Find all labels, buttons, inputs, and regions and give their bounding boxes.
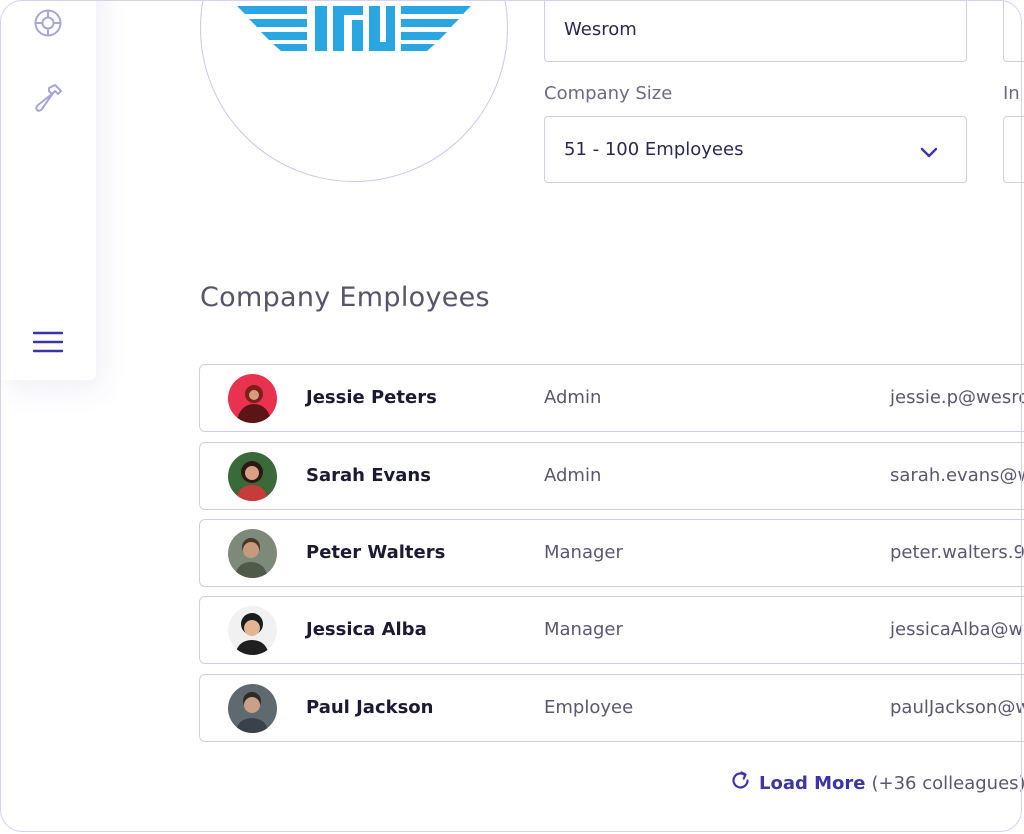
employee-row[interactable]: Sarah Evans Admin sarah.evans@wesrom.com	[199, 442, 1024, 510]
company-extra-input[interactable]	[1003, 0, 1024, 62]
avatar	[228, 606, 277, 655]
company-size-value: 51 - 100 Employees	[564, 139, 744, 160]
company-size-label: Company Size	[544, 83, 673, 104]
employee-role: Manager	[544, 619, 623, 640]
industry-select[interactable]	[1003, 116, 1024, 183]
employee-role: Admin	[544, 387, 602, 408]
employee-row[interactable]: Peter Walters Manager peter.walters.91@w…	[199, 519, 1024, 587]
load-more-button[interactable]: Load More (+36 colleagues)	[730, 770, 1024, 796]
company-name-value: Wesrom	[564, 18, 637, 40]
avatar	[228, 452, 277, 501]
employee-row[interactable]: Jessica Alba Manager jessicaAlba@wesrom.…	[199, 596, 1024, 664]
employee-name: Peter Walters	[306, 542, 446, 563]
employee-name: Sarah Evans	[306, 465, 431, 486]
employee-email: jessie.p@wesrom.com	[890, 387, 1024, 408]
avatar	[228, 529, 277, 578]
avatar	[228, 684, 277, 733]
load-more-label: Load More	[759, 772, 866, 794]
employee-role: Employee	[544, 697, 634, 718]
refresh-icon	[730, 770, 751, 796]
employee-email: sarah.evans@wesrom.com	[890, 465, 1024, 486]
employee-role: Admin	[544, 465, 602, 486]
employee-name: Jessie Peters	[306, 387, 437, 408]
employee-role: Manager	[544, 542, 623, 563]
avatar	[228, 374, 277, 423]
hammer-icon[interactable]	[32, 82, 64, 114]
employee-email: jessicaAlba@wesrom.com	[890, 619, 1024, 640]
employee-email: paulJackson@wesrom.com	[890, 697, 1024, 718]
employee-row[interactable]: Jessie Peters Admin jessie.p@wesrom.com	[199, 364, 1024, 432]
company-logo	[237, 6, 471, 51]
employee-name: Paul Jackson	[306, 697, 434, 718]
industry-label: In	[1003, 83, 1020, 104]
section-title: Company Employees	[200, 282, 490, 313]
support-icon[interactable]	[32, 7, 64, 39]
company-size-select[interactable]: 51 - 100 Employees	[544, 116, 967, 183]
employee-row[interactable]: Paul Jackson Employee paulJackson@wesrom…	[199, 674, 1024, 742]
employee-name: Jessica Alba	[306, 619, 427, 640]
employee-email: peter.walters.91@wesrom.com	[890, 542, 1024, 563]
menu-icon[interactable]	[32, 326, 64, 358]
chevron-down-icon[interactable]	[920, 143, 938, 164]
company-name-input[interactable]: Wesrom	[544, 0, 967, 62]
sidebar	[0, 0, 96, 380]
load-more-count: (+36 colleagues)	[871, 772, 1024, 794]
